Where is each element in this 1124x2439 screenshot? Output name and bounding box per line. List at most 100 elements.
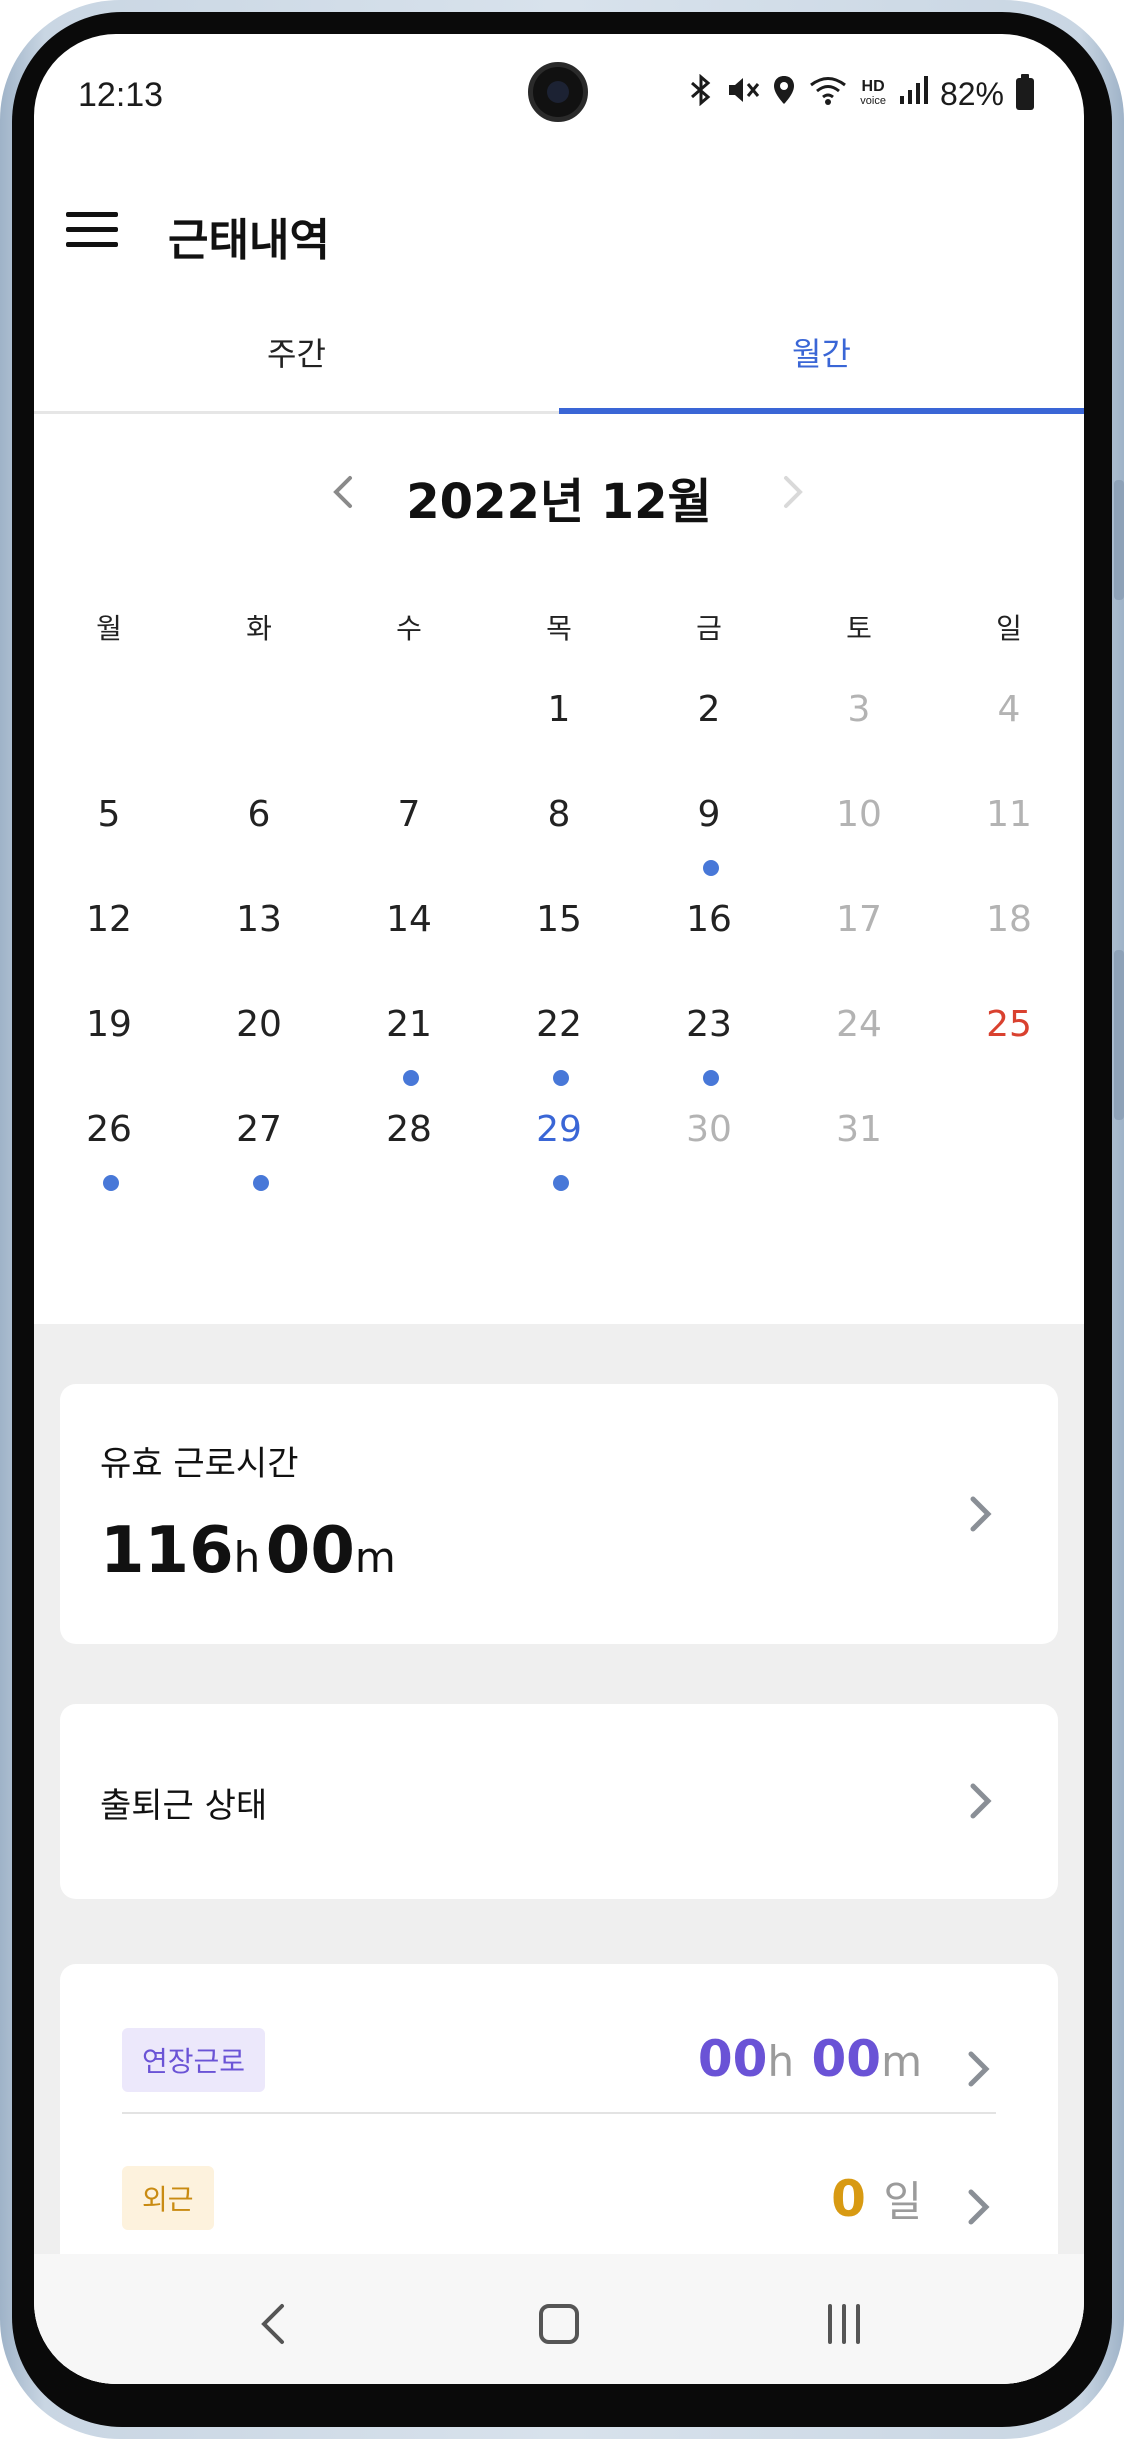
- attendance-dot: [253, 1175, 269, 1191]
- calendar-week: 5 6 7 8 9 10 11: [34, 769, 1084, 876]
- overtime-row[interactable]: 연장근로 00h 00m: [122, 1964, 996, 2114]
- calendar-day[interactable]: 21: [334, 979, 484, 1086]
- weekday-label: 토: [846, 612, 872, 645]
- calendar-day[interactable]: 11: [934, 769, 1084, 874]
- weekday-label: 목: [546, 612, 572, 645]
- outside-work-row[interactable]: 외근 0 일: [122, 2116, 996, 2266]
- day-number: 17: [836, 899, 882, 940]
- day-number: 11: [986, 794, 1032, 835]
- day-number: 16: [686, 899, 732, 940]
- calendar-day[interactable]: 22: [484, 979, 634, 1086]
- day-number: 20: [236, 1004, 282, 1045]
- calendar-day[interactable]: 13: [184, 874, 334, 979]
- screen: 12:13 HD voice 82% 근태내역 주간 월간 2022년 12월 …: [34, 34, 1084, 2384]
- calendar-day[interactable]: 18: [934, 874, 1084, 979]
- home-icon[interactable]: [529, 2294, 589, 2354]
- calendar-day[interactable]: 24: [784, 979, 934, 1084]
- calendar-day[interactable]: 29: [484, 1084, 634, 1191]
- hd-voice-icon: HD voice: [860, 78, 886, 108]
- calendar-day[interactable]: 14: [334, 874, 484, 979]
- day-number: 31: [836, 1109, 882, 1150]
- calendar-week: 19 20 21 22 23 24 25: [34, 979, 1084, 1086]
- calendar-day[interactable]: 27: [184, 1084, 334, 1191]
- mute-icon: [726, 74, 760, 114]
- power-button: [1114, 950, 1124, 1120]
- next-month-chevron-icon[interactable]: [762, 462, 822, 522]
- calendar-week: 1 2 3 4: [34, 664, 1084, 769]
- calendar-day[interactable]: 26: [34, 1084, 184, 1191]
- signal-icon: [898, 74, 928, 114]
- day-number: 29: [536, 1109, 582, 1150]
- day-number: 25: [986, 1004, 1032, 1045]
- recent-apps-icon[interactable]: [814, 2294, 874, 2354]
- month-title: 2022년 12월: [406, 474, 712, 530]
- hamburger-menu-icon[interactable]: [66, 212, 118, 252]
- weekday-header: 월화수목금토일: [34, 594, 1084, 664]
- calendar-day[interactable]: 4: [934, 664, 1084, 769]
- day-number: 30: [686, 1109, 732, 1150]
- calendar-day[interactable]: 9: [634, 769, 784, 876]
- day-number: 22: [536, 1004, 582, 1045]
- day-number: 8: [547, 794, 571, 835]
- paid-minutes: 00: [265, 1514, 355, 1588]
- calendar-day[interactable]: 5: [34, 769, 184, 874]
- tab-bar: 주간 월간: [34, 304, 1084, 414]
- paid-work-time-label: 유효 근로시간: [100, 1444, 299, 1484]
- status-icons: HD voice 82%: [688, 73, 1034, 114]
- calendar-day[interactable]: 16: [634, 874, 784, 979]
- day-number: 26: [86, 1109, 132, 1150]
- day-number: 2: [697, 689, 721, 730]
- day-number: 12: [86, 899, 132, 940]
- front-camera: [528, 62, 588, 122]
- calendar-day[interactable]: 17: [784, 874, 934, 979]
- weekday-label: 수: [396, 612, 422, 645]
- day-number: 15: [536, 899, 582, 940]
- calendar-weeks: 1 2 3 4 5 6 7 8 9 10 11 12 13 14 15 16 17 18 19 20 21 22 23 24 2…: [34, 664, 1084, 1191]
- calendar-day[interactable]: 6: [184, 769, 334, 874]
- paid-minutes-unit: m: [354, 1533, 396, 1582]
- day-number: 4: [997, 689, 1021, 730]
- summary-section: 유효 근로시간 116h 00m 출퇴근 상태 연장근로 00h 00m 외근 …: [34, 1324, 1084, 2384]
- calendar-day[interactable]: 8: [484, 769, 634, 874]
- calendar-day[interactable]: 20: [184, 979, 334, 1084]
- calendar-day[interactable]: 25: [934, 979, 1084, 1084]
- weekday-label: 월: [96, 612, 122, 645]
- calendar-day[interactable]: 23: [634, 979, 784, 1086]
- tab-weekly[interactable]: 주간: [34, 304, 559, 411]
- day-number: 3: [847, 689, 871, 730]
- volume-button: [1114, 480, 1124, 600]
- commute-status-card[interactable]: 출퇴근 상태: [60, 1704, 1058, 1899]
- calendar-day[interactable]: 7: [334, 769, 484, 874]
- day-number: 24: [836, 1004, 882, 1045]
- battery-percent: 82%: [939, 75, 1004, 112]
- paid-work-time-card[interactable]: 유효 근로시간 116h 00m: [60, 1384, 1058, 1644]
- paid-hours: 116: [100, 1514, 234, 1588]
- calendar-empty-cell: [934, 1084, 1084, 1189]
- calendar-day[interactable]: 3: [784, 664, 934, 769]
- day-number: 9: [697, 794, 721, 835]
- calendar-empty-cell: [34, 664, 184, 769]
- back-icon[interactable]: [244, 2294, 304, 2354]
- app-bar: 근태내역: [34, 154, 1084, 304]
- calendar-day[interactable]: 19: [34, 979, 184, 1084]
- bluetooth-icon: [688, 73, 714, 114]
- tab-monthly[interactable]: 월간: [559, 304, 1084, 414]
- wifi-icon: [808, 74, 848, 114]
- calendar-day[interactable]: 12: [34, 874, 184, 979]
- calendar-empty-cell: [184, 664, 334, 769]
- calendar-day[interactable]: 31: [784, 1084, 934, 1189]
- calendar-day[interactable]: 10: [784, 769, 934, 874]
- status-bar: 12:13 HD voice 82%: [34, 34, 1084, 154]
- calendar-day[interactable]: 2: [634, 664, 784, 769]
- day-number: 28: [386, 1109, 432, 1150]
- calendar-day[interactable]: 1: [484, 664, 634, 769]
- calendar-day[interactable]: 30: [634, 1084, 784, 1189]
- calendar-day[interactable]: 15: [484, 874, 634, 979]
- paid-hours-unit: h: [233, 1533, 261, 1582]
- day-number: 13: [236, 899, 282, 940]
- day-number: 21: [386, 1004, 432, 1045]
- day-number: 27: [236, 1109, 282, 1150]
- calendar-day[interactable]: 28: [334, 1084, 484, 1189]
- day-number: 23: [686, 1004, 732, 1045]
- weekday-label: 일: [996, 612, 1022, 645]
